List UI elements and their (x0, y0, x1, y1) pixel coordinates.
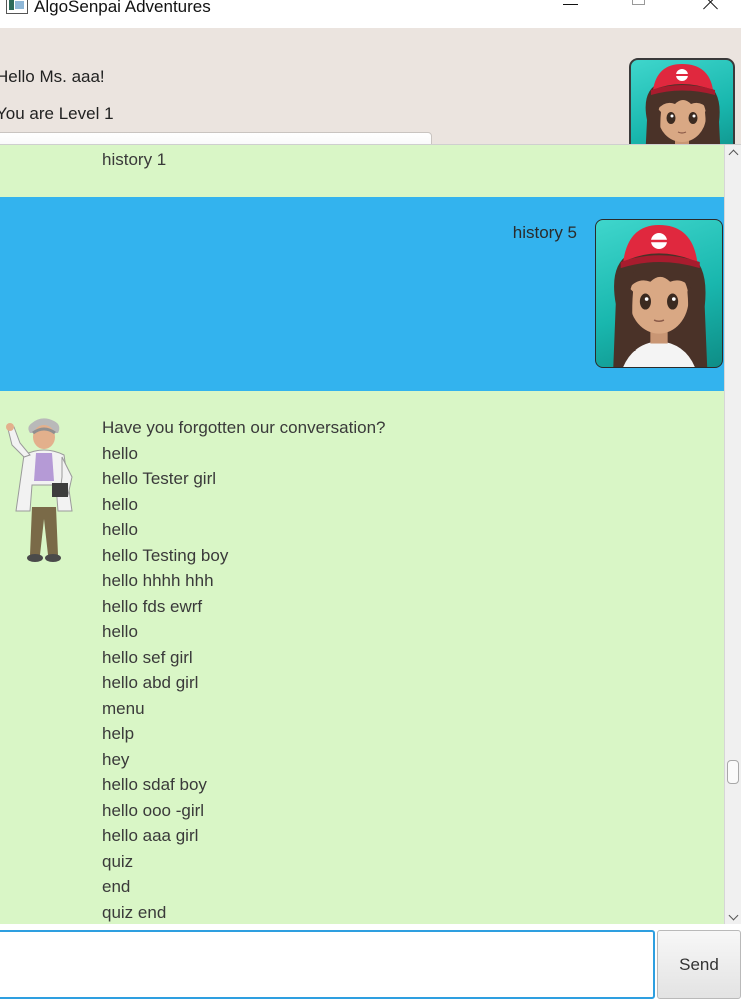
bot-message-line: hello abd girl (102, 673, 199, 692)
bot-message-line: hello Testing boy (102, 545, 229, 565)
bot-message-line: hello hhhh hhh (102, 571, 214, 590)
bot-message-line: hey (102, 749, 130, 769)
input-area: Send (0, 924, 741, 999)
bot-message-line: hello ooo -girl (102, 800, 205, 820)
title-bar: AlgoSenpai Adventures (0, 0, 741, 28)
maximize-icon[interactable] (616, 0, 662, 20)
chat-message-user: history 1 (0, 145, 724, 197)
trainer-girl-avatar-icon (613, 224, 708, 367)
chat-scroll-pane[interactable]: history 1 history 5 Have you forgotten o… (0, 145, 724, 924)
scroll-up-icon[interactable] (728, 147, 738, 157)
message-text: history 1 (102, 150, 167, 169)
send-button[interactable]: Send (657, 930, 741, 999)
bot-message-line: hello sef girl (102, 647, 193, 667)
message-input[interactable] (0, 930, 655, 999)
chat-message-bot: Have you forgotten our conversation? hell… (0, 391, 724, 924)
scroll-thumb[interactable] (727, 760, 739, 784)
chat-scrollbar[interactable] (724, 145, 741, 924)
scroll-down-icon[interactable] (728, 912, 738, 922)
bot-message-line: quiz end (102, 902, 167, 922)
profile-header: Hello Ms. aaa! You are Level 1 (0, 28, 741, 166)
bot-message-lines: Have you forgotten our conversation? hell… (102, 415, 386, 924)
window-title: AlgoSenpai Adventures (34, 0, 211, 16)
professor-avatar-icon (6, 418, 73, 562)
bot-message-line: hello (102, 443, 138, 463)
bot-message-line: Have you forgotten our conversation? (102, 418, 386, 437)
bot-message-line: hello (102, 622, 138, 641)
app-icon (6, 0, 28, 14)
minimize-icon[interactable] (546, 0, 592, 20)
bot-message-line: help (102, 724, 135, 743)
user-message-avatar (595, 219, 723, 368)
message-text: history 5 (512, 223, 577, 242)
bot-message-line: hello sdaf boy (102, 775, 207, 794)
greeting-text: Hello Ms. aaa! (0, 67, 105, 86)
bot-message-line: hello (102, 520, 138, 539)
bot-message-line: hello fds ewrf (102, 596, 203, 616)
chat-message-user: history 5 (0, 197, 724, 391)
bot-message-line: hello (102, 494, 138, 514)
bot-message-line: quiz (102, 851, 134, 871)
bot-message-line: end (102, 877, 131, 896)
bot-message-line: hello Tester girl (102, 469, 217, 488)
level-text: You are Level 1 (0, 104, 114, 123)
bot-message-line: hello aaa girl (102, 826, 199, 845)
close-icon[interactable] (688, 0, 734, 20)
bot-message-line: menu (102, 698, 145, 718)
